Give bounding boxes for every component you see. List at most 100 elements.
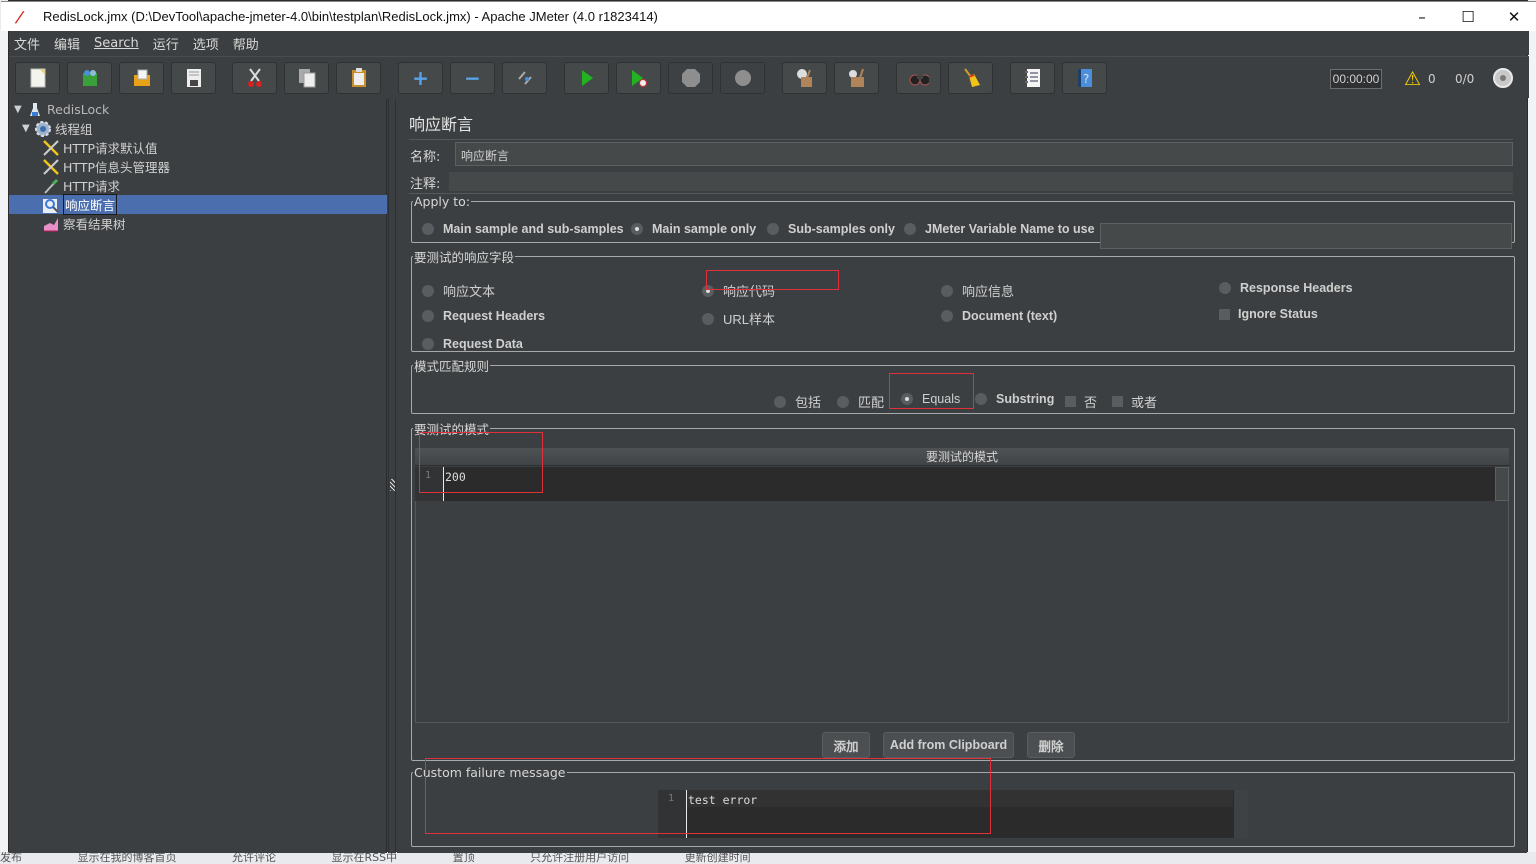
- clear-all-button[interactable]: [834, 62, 879, 94]
- minimize-button[interactable]: –: [1399, 2, 1445, 32]
- toggle-icon: [515, 68, 535, 88]
- menu-file[interactable]: 文件: [13, 34, 40, 53]
- shutdown-button[interactable]: [720, 62, 765, 94]
- field-response-headers-radio[interactable]: Response Headers: [1219, 281, 1353, 295]
- cut-button[interactable]: [232, 62, 277, 94]
- tree-item-http-defaults[interactable]: HTTP请求默认值: [9, 138, 387, 157]
- function-helper-button[interactable]: [1010, 62, 1055, 94]
- search-button[interactable]: [896, 62, 941, 94]
- tree-item-label: HTTP请求: [63, 179, 120, 194]
- patterns-column-header: 要测试的模式: [415, 448, 1509, 466]
- reset-search-button[interactable]: [948, 62, 993, 94]
- maximize-button[interactable]: ☐: [1445, 2, 1491, 32]
- bg-option: 发布: [0, 852, 22, 864]
- toggle-button[interactable]: [502, 62, 547, 94]
- tree-item-response-assertion[interactable]: 响应断言: [9, 194, 387, 215]
- tree-item-results-tree[interactable]: 察看结果树: [9, 214, 387, 233]
- stop-icon: [681, 68, 701, 88]
- window-title: RedisLock.jmx (D:\DevTool\apache-jmeter-…: [43, 9, 658, 24]
- tree-item-label: HTTP信息头管理器: [63, 160, 170, 175]
- menu-help[interactable]: 帮助: [232, 34, 259, 53]
- delete-pattern-button[interactable]: 删除: [1027, 732, 1075, 758]
- checkbox-label: 否: [1084, 395, 1098, 410]
- clear-button[interactable]: [782, 62, 827, 94]
- bg-option: 更新创建时间: [684, 852, 751, 864]
- add-pattern-button[interactable]: 添加: [822, 732, 870, 758]
- radio-indicator: [941, 310, 953, 322]
- menu-search[interactable]: Search: [93, 36, 139, 51]
- bg-option: 只允许注册用户访问: [530, 852, 630, 864]
- expand-all-button[interactable]: +: [398, 62, 443, 94]
- jmeter-variable-input[interactable]: [1100, 223, 1512, 249]
- tree-item-http-request[interactable]: HTTP请求: [9, 176, 387, 195]
- help-book-icon: ?: [1075, 68, 1095, 88]
- match-equals-radio[interactable]: Equals: [901, 392, 960, 406]
- paste-button[interactable]: [336, 62, 381, 94]
- apply-main-and-sub-radio[interactable]: Main sample and sub-samples: [422, 222, 624, 236]
- help-button[interactable]: ?: [1062, 62, 1107, 94]
- start-button[interactable]: [564, 62, 609, 94]
- field-url-sample-radio[interactable]: URL样本: [702, 309, 775, 328]
- radio-label: Document (text): [962, 309, 1058, 323]
- field-response-code-radio[interactable]: 响应代码: [702, 281, 775, 300]
- radio-label: Substring: [996, 392, 1055, 406]
- name-input[interactable]: 响应断言: [455, 142, 1513, 166]
- clear-all-icon: [847, 68, 867, 88]
- radio-indicator: [904, 223, 916, 235]
- split-pane-divider[interactable]: [388, 99, 396, 853]
- pattern-value: 200: [445, 470, 466, 484]
- open-button[interactable]: [119, 62, 164, 94]
- or-checkbox[interactable]: 或者: [1112, 392, 1157, 411]
- start-no-pauses-button[interactable]: [616, 62, 661, 94]
- collapse-all-button[interactable]: −: [450, 62, 495, 94]
- radio-label: Request Headers: [443, 309, 546, 323]
- add-from-clipboard-button[interactable]: Add from Clipboard: [883, 732, 1014, 758]
- save-button[interactable]: [171, 62, 216, 94]
- new-button[interactable]: [15, 62, 60, 94]
- ignore-status-checkbox[interactable]: Ignore Status: [1219, 307, 1318, 321]
- minus-icon: −: [464, 66, 481, 90]
- apply-sub-only-radio[interactable]: Sub-samples only: [767, 222, 895, 236]
- field-response-text-radio[interactable]: 响应文本: [422, 281, 495, 300]
- field-request-headers-radio[interactable]: Request Headers: [422, 309, 545, 323]
- tree-item-label: 线程组: [55, 122, 93, 137]
- field-document-text-radio[interactable]: Document (text): [941, 309, 1057, 323]
- line-gutter: 1: [658, 790, 686, 838]
- apply-main-only-radio[interactable]: Main sample only: [631, 222, 756, 236]
- title-bar: / RedisLock.jmx (D:\DevTool\apache-jmete…: [1, 1, 1536, 31]
- radio-label: 匹配: [858, 395, 885, 410]
- radio-indicator: [702, 284, 714, 297]
- radio-indicator: [901, 393, 913, 405]
- field-request-data-radio[interactable]: Request Data: [422, 337, 523, 351]
- pattern-row-editor[interactable]: 1 200: [415, 467, 1495, 501]
- menu-edit[interactable]: 编辑: [53, 34, 80, 53]
- close-button[interactable]: ✕: [1491, 2, 1536, 32]
- copy-button[interactable]: [284, 62, 329, 94]
- match-matches-radio[interactable]: 匹配: [837, 392, 884, 411]
- comment-input[interactable]: [449, 172, 1513, 191]
- tree-item-header-manager[interactable]: HTTP信息头管理器: [9, 157, 387, 176]
- open-folder-icon: [132, 68, 152, 88]
- match-contains-radio[interactable]: 包括: [774, 392, 821, 411]
- pattern-table-scrollbar[interactable]: [1495, 467, 1509, 501]
- menu-run[interactable]: 运行: [152, 34, 179, 53]
- expand-toggle-icon[interactable]: ▼: [22, 123, 34, 134]
- apply-jmeter-variable-radio[interactable]: JMeter Variable Name to use: [904, 222, 1095, 236]
- line-number: 1: [668, 793, 675, 804]
- menu-options[interactable]: 选项: [192, 34, 219, 53]
- warning-icon[interactable]: ⚠: [1404, 68, 1421, 90]
- not-checkbox[interactable]: 否: [1065, 392, 1097, 411]
- pattern-table-body: [415, 501, 1509, 723]
- tree-item-test-plan[interactable]: ▼ RedisLock: [9, 100, 387, 119]
- stop-button[interactable]: [668, 62, 713, 94]
- match-substring-radio[interactable]: Substring: [975, 392, 1054, 406]
- remote-status-icon[interactable]: [1493, 68, 1513, 88]
- custom-failure-editor[interactable]: 1 test error: [658, 790, 1248, 838]
- splitter-grip-icon: [390, 479, 395, 491]
- checkbox-indicator: [1112, 396, 1123, 407]
- tree-item-thread-group[interactable]: ▼ 线程组: [9, 119, 387, 138]
- radio-label: Main sample only: [652, 222, 757, 236]
- templates-button[interactable]: [67, 62, 112, 94]
- expand-toggle-icon[interactable]: ▼: [14, 104, 26, 115]
- field-response-message-radio[interactable]: 响应信息: [941, 281, 1014, 300]
